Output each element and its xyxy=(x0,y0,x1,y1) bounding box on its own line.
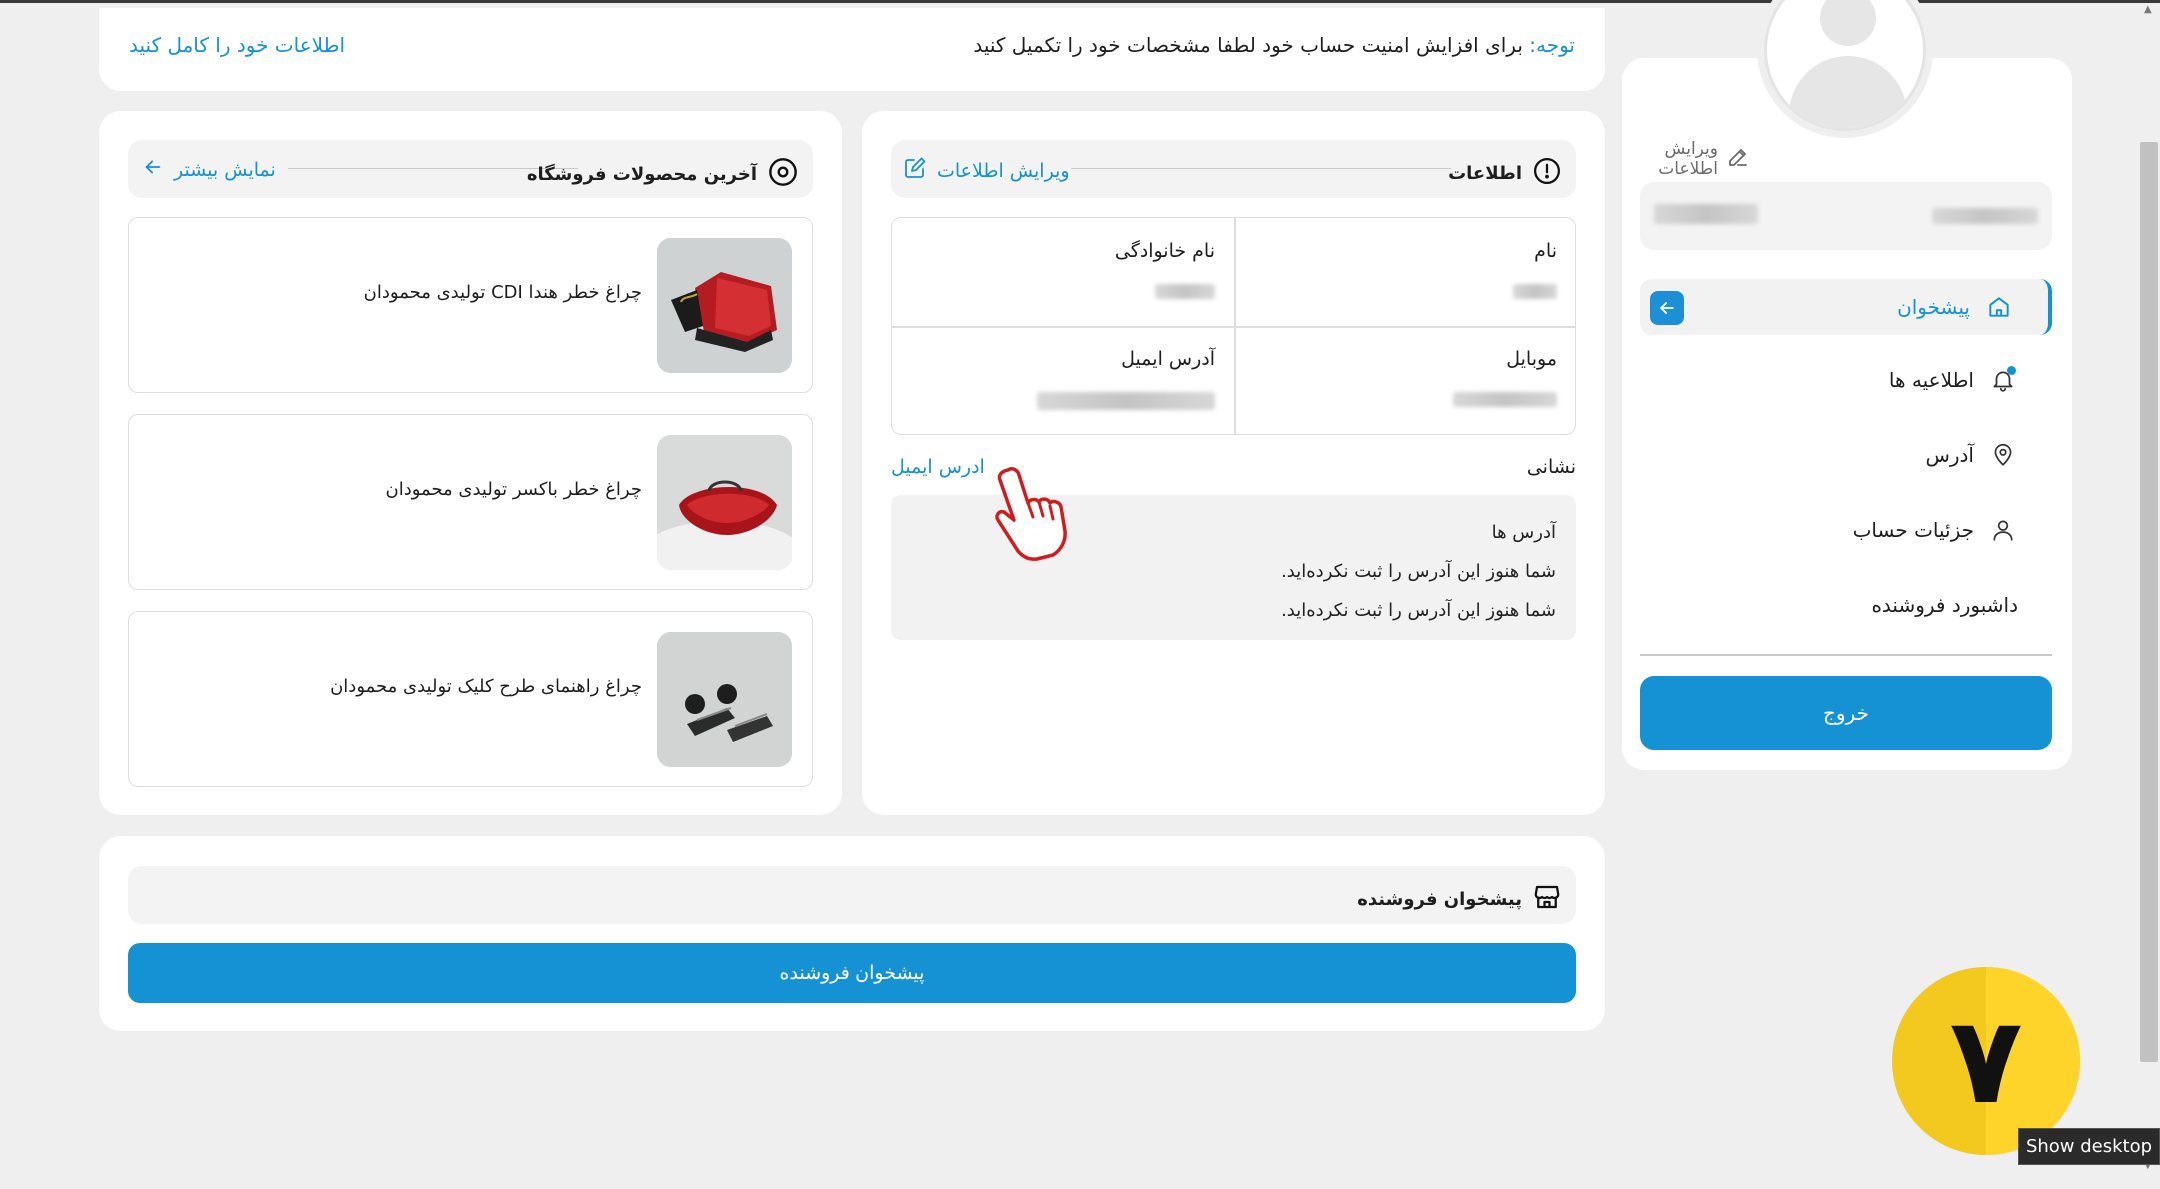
sidebar-item-dashboard[interactable]: پیشخوان xyxy=(1640,279,2052,335)
store-icon xyxy=(1532,882,1562,917)
arrow-left-icon[interactable] xyxy=(1650,291,1684,325)
sidebar-item-address[interactable]: آدرس xyxy=(1640,427,2052,483)
sidebar-edit-profile-link[interactable]: ویرایش اطلاعات xyxy=(1640,139,1750,179)
user-icon xyxy=(1988,515,2018,545)
notice-prefix: توجه: xyxy=(1529,33,1575,57)
pencil-icon xyxy=(1726,145,1750,174)
info-icon xyxy=(1532,156,1562,191)
sidebar-item-label: آدرس xyxy=(1925,443,1974,467)
info-title-text: اطلاعات xyxy=(1448,163,1522,184)
product-name[interactable]: چراغ راهنمای طرح کلیک تولیدی محمودان xyxy=(330,676,642,697)
product-card[interactable]: چراغ راهنمای طرح کلیک تولیدی محمودان xyxy=(128,611,813,787)
sidebar-divider xyxy=(1640,654,2052,656)
product-card[interactable]: چراغ خطر باکسر تولیدی محمودان xyxy=(128,414,813,590)
user-info-box xyxy=(1640,182,2052,250)
info-edit-link[interactable]: ویرایش اطلاعات xyxy=(903,156,1070,185)
bell-icon xyxy=(1988,365,2018,395)
sidebar-item-label: جزئیات حساب xyxy=(1852,518,1974,542)
sidebar-item-label: داشبورد فروشنده xyxy=(1871,593,2018,617)
sidebar-edit-label: ویرایش اطلاعات xyxy=(1658,139,1718,179)
sidebar-item-notifications[interactable]: اطلاعیه ها xyxy=(1640,352,2052,408)
product-name[interactable]: چراغ خطر هندا CDI تولیدی محمودان xyxy=(364,282,642,303)
seller-dashboard-button[interactable]: پیشخوان فروشنده xyxy=(128,943,1576,1003)
notification-dot xyxy=(2007,366,2016,375)
eye-icon xyxy=(767,156,799,193)
complete-profile-link[interactable]: اطلاعات خود را کامل کنید xyxy=(129,33,345,57)
step-number-badge: ۷ xyxy=(1892,967,2080,1155)
address-label: نشانی xyxy=(1526,456,1576,478)
show-more-link[interactable]: نمایش بیشتر xyxy=(142,156,276,183)
location-pin-icon xyxy=(1988,440,2018,470)
sidebar-item-seller-dashboard[interactable]: داشبورد فروشنده xyxy=(1640,577,2052,633)
blurred-user-name xyxy=(1932,208,2038,224)
sidebar-item-account-details[interactable]: جزئیات حساب xyxy=(1640,502,2052,558)
products-title-text: آخرین محصولات فروشگاه xyxy=(526,164,757,185)
email-address-link[interactable]: ادرس ایمیل xyxy=(891,456,985,478)
logout-button[interactable]: خروج xyxy=(1640,676,2052,750)
sidebar-item-label: اطلاعیه ها xyxy=(1888,368,1974,392)
seller-title-text: پیشخوان فروشنده xyxy=(1357,889,1522,910)
notice-text: توجه: برای افزایش امنیت حساب خود لطفا مش… xyxy=(973,33,1575,57)
info-section-header: اطلاعات ویرایش اطلاعات xyxy=(891,140,1576,198)
edit-icon xyxy=(903,156,927,185)
mobile-label: موبایل xyxy=(1506,348,1557,370)
product-image-boxer-light[interactable] xyxy=(657,435,792,570)
address-empty-line: شما هنوز این آدرس را ثبت نکرده‌اید. xyxy=(1281,600,1556,621)
info-fields-grid: نام نام خانوادگی موبایل آدرس ایمیل xyxy=(891,217,1576,435)
sidebar-item-label: پیشخوان xyxy=(1897,295,1970,319)
scroll-up-icon[interactable]: ▲ xyxy=(2144,4,2152,15)
blurred-mobile xyxy=(1453,392,1557,407)
products-title: آخرین محصولات فروشگاه xyxy=(527,156,799,193)
info-title: اطلاعات xyxy=(1448,156,1562,191)
avatar xyxy=(1764,0,1926,131)
email-label: آدرس ایمیل xyxy=(1121,348,1215,370)
blurred-first-name xyxy=(1513,284,1557,299)
step-number: ۷ xyxy=(1949,991,2023,1131)
blurred-last-name xyxy=(1155,284,1215,299)
show-more-text: نمایش بیشتر xyxy=(174,158,276,181)
blurred-email xyxy=(1037,392,1215,410)
first-name-label: نام xyxy=(1534,240,1557,262)
last-name-label: نام خانوادگی xyxy=(1114,240,1215,262)
product-card[interactable]: چراغ خطر هندا CDI تولیدی محمودان xyxy=(128,217,813,393)
products-section-header: آخرین محصولات فروشگاه نمایش بیشتر xyxy=(128,140,813,198)
product-name[interactable]: چراغ خطر باکسر تولیدی محمودان xyxy=(385,479,642,500)
info-edit-link-text: ویرایش اطلاعات xyxy=(937,159,1070,182)
blurred-user-phone xyxy=(1654,204,1758,224)
home-icon xyxy=(1984,292,2014,322)
hand-pointer-icon xyxy=(978,462,1070,566)
arrow-left-icon xyxy=(142,156,164,183)
show-desktop-tooltip: Show desktop xyxy=(2018,1128,2160,1165)
product-image-click-turn-signal[interactable] xyxy=(657,632,792,767)
seller-title: پیشخوان فروشنده xyxy=(1357,882,1562,917)
product-image-honda-cdi-light[interactable] xyxy=(657,238,792,373)
notice-message: برای افزایش امنیت حساب خود لطفا مشخصات خ… xyxy=(973,33,1523,57)
profile-notice-bar: توجه: برای افزایش امنیت حساب خود لطفا مش… xyxy=(99,8,1605,91)
header-divider xyxy=(1071,168,1451,169)
scrollbar-thumb[interactable] xyxy=(2140,142,2158,1062)
seller-section-header: پیشخوان فروشنده xyxy=(128,866,1576,924)
grid-divider-horizontal xyxy=(892,326,1575,328)
